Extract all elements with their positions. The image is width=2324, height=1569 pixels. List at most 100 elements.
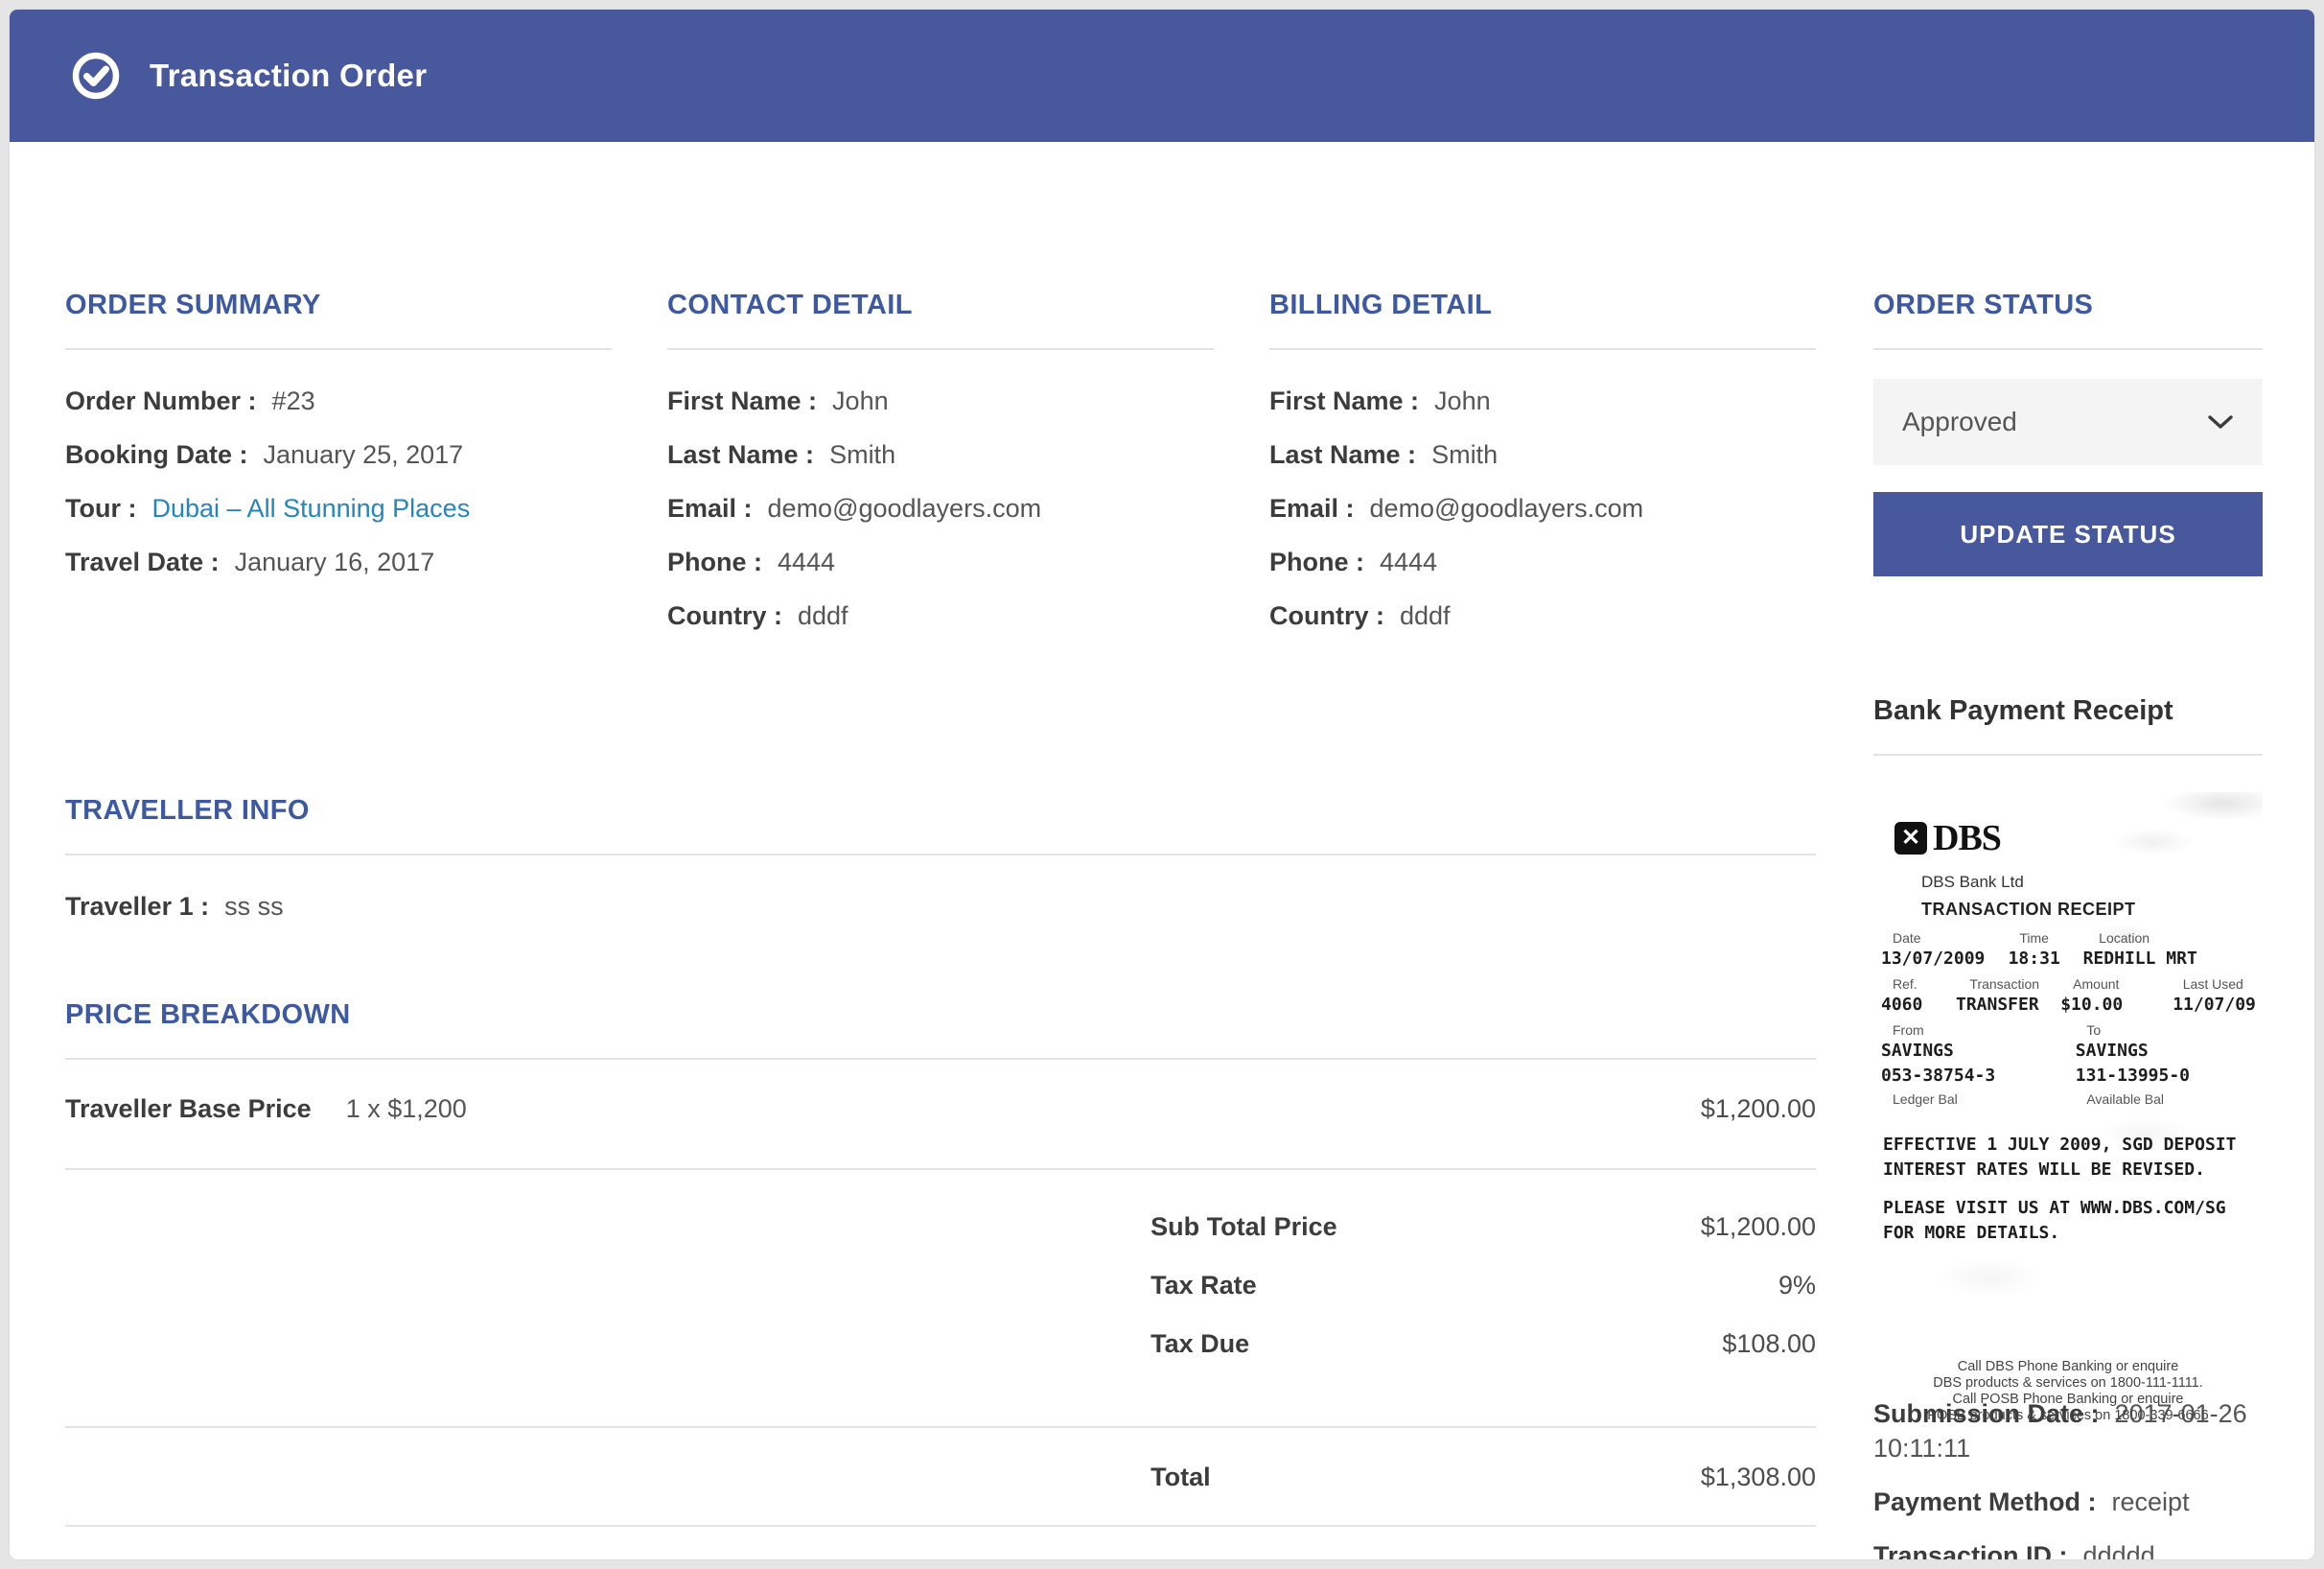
field-value: Smith xyxy=(1431,440,1498,469)
field-label: Order Number : xyxy=(65,386,257,415)
price-item-label: Traveller Base Price xyxy=(65,1094,312,1124)
divider xyxy=(65,1058,1816,1060)
chevron-down-icon xyxy=(2207,413,2234,431)
check-circle-icon xyxy=(71,51,121,101)
last-name-row: Last Name : Smith xyxy=(667,438,1214,471)
receipt-account-numbers: 053-38754-3 131-13995-0 xyxy=(1881,1064,2255,1089)
field-label: Country : xyxy=(667,601,782,630)
field-label: Phone : xyxy=(1269,548,1364,576)
tax-due-value: $108.00 xyxy=(1722,1329,1816,1359)
receipt-fromto-labels: From To xyxy=(1881,1021,2255,1039)
price-breakdown-section: PRICE BREAKDOWN Traveller Base Price 1 x… xyxy=(65,999,1816,1527)
divider xyxy=(1873,348,2263,350)
page-title: Transaction Order xyxy=(150,58,427,94)
email-row: Email : demo@goodlayers.com xyxy=(1269,492,1816,525)
page-header: Transaction Order xyxy=(10,10,2314,142)
field-label: First Name : xyxy=(1269,386,1419,415)
phone-row: Phone :4444 xyxy=(667,546,1214,578)
total-label: Total xyxy=(1150,1463,1211,1492)
field-value: 4444 xyxy=(778,548,835,576)
divider xyxy=(1269,348,1816,350)
traveller-info-heading: TRAVELLER INFO xyxy=(65,795,1816,827)
payment-method-row: Payment Method : receipt xyxy=(1873,1485,2263,1519)
receipt-balance-labels: Ledger Bal Available Bal xyxy=(1881,1090,2255,1108)
field-value: demo@goodlayers.com xyxy=(1370,494,1644,523)
tax-due-label: Tax Due xyxy=(1150,1329,1249,1359)
dbs-logo-mark: ✕ xyxy=(1894,822,1927,855)
order-number-row: Order Number : #23 xyxy=(65,385,612,417)
field-value: Smith xyxy=(829,440,895,469)
divider xyxy=(65,1525,1816,1527)
update-status-button[interactable]: UPDATE STATUS xyxy=(1873,492,2263,576)
contact-detail-section: CONTACT DETAIL First Name :John Last Nam… xyxy=(667,290,1214,653)
receipt-footer: Call DBS Phone Banking or enquire DBS pr… xyxy=(1881,1359,2255,1424)
field-value: demo@goodlayers.com xyxy=(768,494,1042,523)
field-value: #23 xyxy=(272,386,315,415)
receipt-row1-values: 13/07/2009 18:31 REDHILL MRT xyxy=(1881,947,2255,972)
field-label: Country : xyxy=(1269,601,1384,630)
bank-receipt-image: ✕ DBS DBS Bank Ltd TRANSACTION RECEIPT D… xyxy=(1873,792,2263,1344)
subtotal-label: Sub Total Price xyxy=(1150,1212,1337,1242)
tax-rate-label: Tax Rate xyxy=(1150,1271,1257,1300)
receipt-row2-values: 4060 TRANSFER $10.00 11/07/09 xyxy=(1881,993,2255,1018)
field-label: Tour : xyxy=(65,494,136,523)
field-value: ss ss xyxy=(224,892,284,921)
divider xyxy=(65,348,612,350)
email-row: Email : demo@goodlayers.com xyxy=(667,492,1214,525)
billing-detail-heading: BILLING DETAIL xyxy=(1269,290,1816,321)
receipt-row1-labels: Date Time Location xyxy=(1881,929,2255,947)
field-value: dddf xyxy=(798,601,848,630)
first-name-row: First Name :John xyxy=(667,385,1214,417)
order-status-selected-value: Approved xyxy=(1902,407,2017,437)
divider xyxy=(65,854,1816,855)
phone-row: Phone :4444 xyxy=(1269,546,1816,578)
field-value: John xyxy=(1434,386,1491,415)
tax-rate-value: 9% xyxy=(1778,1271,1816,1300)
field-label: Email : xyxy=(1269,494,1355,523)
receipt-row2-labels: Ref. Transaction Amount Last Used xyxy=(1881,975,2255,993)
subtotal-value: $1,200.00 xyxy=(1701,1212,1816,1242)
tour-row: Tour : Dubai – All Stunning Places xyxy=(65,492,612,525)
tax-rate-row: Tax Rate 9% xyxy=(65,1271,1816,1300)
dbs-logo: ✕ DBS xyxy=(1894,817,2255,859)
field-label: Booking Date : xyxy=(65,440,248,469)
price-breakdown-heading: PRICE BREAKDOWN xyxy=(65,999,1816,1031)
traveller-info-section: TRAVELLER INFO Traveller 1 :ss ss xyxy=(65,795,1816,923)
total-row: Total $1,308.00 xyxy=(65,1463,1816,1492)
field-value: John xyxy=(832,386,889,415)
field-label: Transaction ID : xyxy=(1873,1541,2068,1559)
contact-detail-heading: CONTACT DETAIL xyxy=(667,290,1214,321)
order-summary-heading: ORDER SUMMARY xyxy=(65,290,612,321)
field-value: ddddd xyxy=(2083,1541,2155,1559)
order-status-select[interactable]: Approved xyxy=(1873,379,2263,465)
divider xyxy=(1873,754,2263,756)
receipt-notice-1: EFFECTIVE 1 JULY 2009, SGD DEPOSIT INTER… xyxy=(1883,1133,2255,1183)
field-value: January 25, 2017 xyxy=(264,440,464,469)
field-label: Email : xyxy=(667,494,753,523)
field-label: Last Name : xyxy=(1269,440,1416,469)
order-summary-section: ORDER SUMMARY Order Number : #23 Booking … xyxy=(65,290,612,653)
dbs-logo-text: DBS xyxy=(1933,817,2001,859)
last-name-row: Last Name : Smith xyxy=(1269,438,1816,471)
billing-detail-section: BILLING DETAIL First Name : John Last Nam… xyxy=(1269,290,1816,653)
transaction-order-page: Transaction Order ORDER SUMMARY Order Nu… xyxy=(10,10,2314,1559)
country-row: Country : dddf xyxy=(667,599,1214,632)
order-status-heading: ORDER STATUS xyxy=(1873,290,2263,321)
tour-link[interactable]: Dubai – All Stunning Places xyxy=(151,494,470,523)
first-name-row: First Name : John xyxy=(1269,385,1816,417)
bank-receipt-section: Bank Payment Receipt ✕ DBS DBS Bank Ltd … xyxy=(1873,695,2263,1559)
subtotal-row: Sub Total Price $1,200.00 xyxy=(65,1212,1816,1242)
bank-name: DBS Bank Ltd xyxy=(1921,873,2255,892)
travel-date-row: Travel Date :January 16, 2017 xyxy=(65,546,612,578)
field-label: Payment Method : xyxy=(1873,1487,2097,1516)
field-label: Last Name : xyxy=(667,440,814,469)
price-item-detail: 1 x $1,200 xyxy=(346,1094,467,1124)
receipt-doc-title: TRANSACTION RECEIPT xyxy=(1921,900,2255,920)
order-status-section: ORDER STATUS Approved UPDATE STATUS xyxy=(1873,290,2263,576)
tax-due-row: Tax Due $108.00 xyxy=(65,1329,1816,1359)
field-value: dddf xyxy=(1400,601,1451,630)
divider xyxy=(667,348,1214,350)
sidebar: ORDER STATUS Approved UPDATE STATUS Bank… xyxy=(1873,290,2263,1559)
bank-receipt-heading: Bank Payment Receipt xyxy=(1873,695,2263,727)
field-value: receipt xyxy=(2112,1487,2190,1516)
